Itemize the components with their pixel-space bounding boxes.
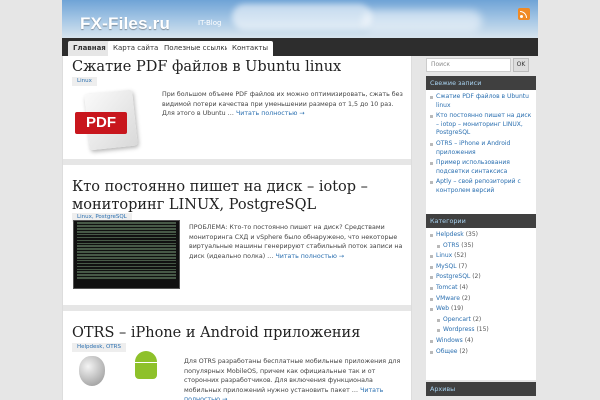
category-link[interactable]: Helpdesk (35)	[430, 231, 532, 240]
post-excerpt: Для OTRS разработаны бесплатные мобильны…	[184, 357, 409, 400]
category-link[interactable]: Общее (2)	[430, 348, 532, 357]
recent-post-link[interactable]: Пример использования подсветки синтаксис…	[430, 159, 532, 176]
terminal-screenshot[interactable]	[73, 220, 180, 289]
read-more-link[interactable]: Читать полностью →	[236, 110, 305, 117]
category-count: (4)	[459, 283, 468, 291]
category-link[interactable]: Linux (52)	[430, 252, 532, 261]
post-card: Кто постоянно пишет на диск – iotop – мо…	[63, 165, 411, 313]
categories-list: Helpdesk (35) OTRS (35) Linux (52) MySQL (7…	[426, 228, 536, 380]
category-count: (52)	[454, 252, 467, 260]
categories-title: Категории	[426, 214, 536, 228]
archives-title: Архивы	[426, 382, 536, 396]
category-count: (4)	[464, 336, 474, 344]
site-title[interactable]: FX-Files.ru	[80, 14, 170, 34]
recent-posts-list: Сжатие PDF файлов в Ubuntu linux Кто пос…	[426, 90, 536, 214]
category-name[interactable]: Tomcat	[436, 284, 458, 291]
category-link[interactable]: MySQL (7)	[430, 263, 532, 272]
category-name[interactable]: VMware	[436, 295, 460, 302]
category-count: (2)	[461, 294, 471, 302]
category-name[interactable]: PostgreSQL	[436, 273, 470, 280]
post-tags[interactable]: Helpdesk, OTRS	[72, 343, 126, 352]
post-card: Сжатие PDF файлов в Ubuntu linux Linux P…	[63, 56, 411, 158]
content-area: Сжатие PDF файлов в Ubuntu linux Linux P…	[62, 56, 412, 400]
category-link[interactable]: Web (19)	[430, 305, 532, 314]
category-name[interactable]: Web	[436, 305, 449, 312]
recent-post-link[interactable]: Aptly – свой репозиторий с контролем вер…	[430, 178, 532, 195]
category-name[interactable]: Helpdesk	[436, 231, 464, 238]
tab-useful-links[interactable]: Полезные ссылки	[159, 41, 235, 56]
post-title[interactable]: Кто постоянно пишет на диск – iotop – мо…	[72, 178, 407, 214]
category-link[interactable]: Opencart (2)	[437, 316, 532, 325]
category-count: (35)	[465, 231, 479, 238]
recent-post-link[interactable]: Кто постоянно пишет на диск – iotop – мо…	[430, 112, 532, 138]
category-name[interactable]: MySQL	[436, 263, 457, 270]
site-header: FX-Files.ru IT-Blog	[62, 0, 538, 38]
tab-sitemap[interactable]: Карта сайта	[108, 41, 164, 56]
category-count: (2)	[459, 347, 468, 355]
post-excerpt: При большом объеме PDF файлов их можно о…	[162, 90, 408, 119]
read-more-link[interactable]: Читать полностью →	[275, 253, 344, 260]
category-link[interactable]: VMware (2)	[430, 295, 532, 304]
category-count: (35)	[461, 241, 474, 249]
post-tags[interactable]: Linux	[72, 77, 97, 86]
rss-icon[interactable]	[518, 8, 530, 20]
main-navigation: Главная Карта сайта Полезные ссылки Конт…	[62, 38, 538, 56]
category-name[interactable]: Opencart	[443, 316, 471, 323]
header-cloud	[232, 4, 372, 30]
category-link[interactable]: Tomcat (4)	[430, 284, 532, 293]
category-count: (2)	[472, 315, 482, 323]
tab-home[interactable]: Главная	[68, 41, 111, 56]
recent-post-link[interactable]: Сжатие PDF файлов в Ubuntu linux	[430, 93, 532, 110]
apple-icon	[79, 356, 105, 386]
category-link[interactable]: OTRS (35)	[437, 242, 532, 251]
category-count: (15)	[476, 326, 489, 334]
category-name[interactable]: Windows	[436, 337, 463, 344]
pdf-icon[interactable]: PDF	[73, 89, 143, 152]
category-count: (2)	[472, 273, 481, 281]
android-icon	[133, 351, 159, 385]
category-name[interactable]: OTRS	[443, 242, 459, 249]
tab-contacts[interactable]: Контакты	[227, 41, 274, 56]
pdf-badge-label: PDF	[75, 112, 127, 134]
category-count: (19)	[451, 305, 464, 313]
search-input[interactable]: Поиск	[426, 58, 511, 72]
header-cloud	[362, 10, 482, 32]
recent-post-link[interactable]: OTRS – iPhone и Android приложения	[430, 140, 532, 157]
sidebar: Поиск OK Свежие записи Сжатие PDF файлов…	[424, 56, 538, 400]
category-link[interactable]: Wordpress (15)	[437, 326, 532, 335]
category-link[interactable]: PostgreSQL (2)	[430, 273, 532, 282]
category-link[interactable]: Windows (4)	[430, 337, 532, 346]
post-card: OTRS – iPhone и Android приложения Helpd…	[63, 311, 411, 400]
site-description: IT-Blog	[198, 19, 222, 27]
post-title[interactable]: OTRS – iPhone и Android приложения	[72, 324, 360, 342]
recent-posts-title: Свежие записи	[426, 76, 536, 90]
post-title[interactable]: Сжатие PDF файлов в Ubuntu linux	[72, 58, 341, 76]
category-count: (7)	[458, 262, 468, 270]
search-button[interactable]: OK	[513, 58, 529, 72]
category-name[interactable]: Wordpress	[443, 326, 475, 333]
post-excerpt: ПРОБЛЕМА: Кто-то постоянно пишет на диск…	[189, 223, 409, 261]
category-name[interactable]: Linux	[436, 252, 452, 259]
category-name[interactable]: Общее	[436, 348, 457, 355]
